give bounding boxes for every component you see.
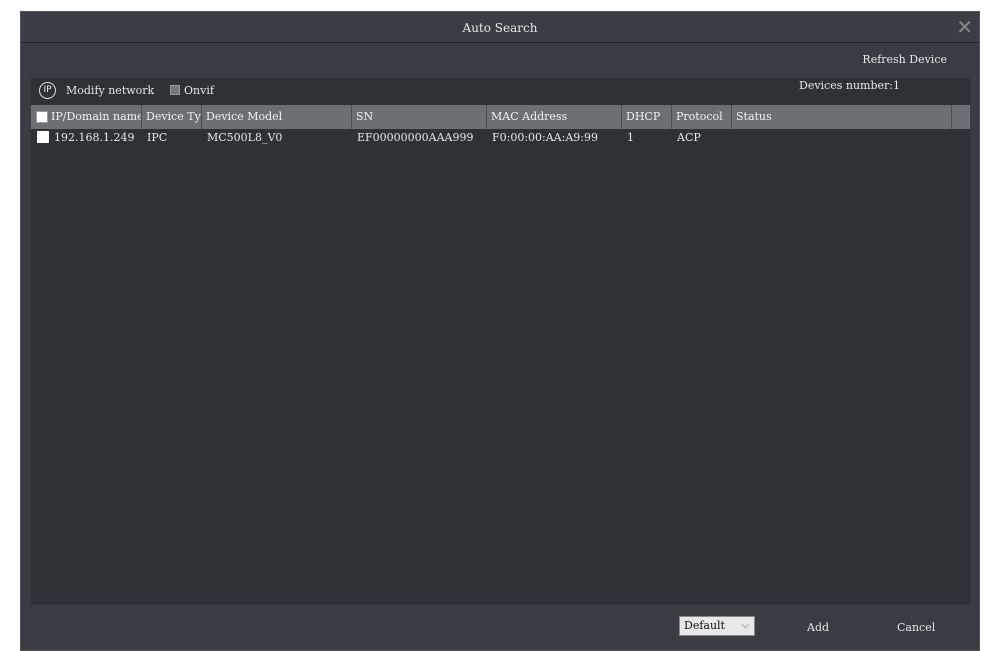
table-header: IP/Domain name Device Ty Device Model SN… xyxy=(31,105,970,129)
column-device-model[interactable]: Device Model xyxy=(202,105,352,129)
row-checkbox[interactable] xyxy=(37,131,49,143)
cell-sn: EF00000000AAA999 xyxy=(357,131,474,144)
column-device-type[interactable]: Device Ty xyxy=(142,105,202,129)
mode-select[interactable]: Default ⌵ xyxy=(679,616,755,636)
cell-model: MC500L8_V0 xyxy=(207,131,283,144)
ip-icon[interactable]: IP xyxy=(39,82,56,99)
dialog-title: Auto Search xyxy=(462,21,538,35)
table-row[interactable]: 192.168.1.249 IPC MC500L8_V0 EF00000000A… xyxy=(31,129,970,146)
close-icon[interactable]: ✕ xyxy=(956,15,973,39)
modify-network-button[interactable]: Modify network xyxy=(66,84,154,97)
cell-mac: F0:00:00:AA:A9:99 xyxy=(492,131,598,144)
cancel-button[interactable]: Cancel xyxy=(897,621,935,634)
add-button[interactable]: Add xyxy=(807,621,829,634)
cell-ip: 192.168.1.249 xyxy=(54,131,135,144)
chevron-down-icon: ⌵ xyxy=(741,620,749,631)
devices-count: Devices number:1 xyxy=(799,79,900,92)
onvif-checkbox[interactable] xyxy=(170,85,180,95)
column-ip[interactable]: IP/Domain name xyxy=(47,105,142,129)
mode-select-value: Default xyxy=(684,619,725,632)
column-status[interactable]: Status xyxy=(732,105,952,129)
title-bar: Auto Search ✕ xyxy=(21,12,979,43)
column-sn[interactable]: SN xyxy=(352,105,487,129)
onvif-label: Onvif xyxy=(184,84,214,97)
refresh-device-button[interactable]: Refresh Device xyxy=(862,53,947,66)
column-dhcp[interactable]: DHCP xyxy=(622,105,672,129)
cell-dhcp: 1 xyxy=(627,131,634,144)
column-protocol[interactable]: Protocol xyxy=(672,105,732,129)
auto-search-dialog: Auto Search ✕ Refresh Device IP Modify n… xyxy=(20,11,980,651)
cell-status xyxy=(732,129,737,146)
cell-protocol: ACP xyxy=(677,131,701,144)
cell-type: IPC xyxy=(147,131,168,144)
column-mac[interactable]: MAC Address xyxy=(487,105,622,129)
device-list-panel: IP Modify network Onvif Devices number:1… xyxy=(31,78,970,605)
